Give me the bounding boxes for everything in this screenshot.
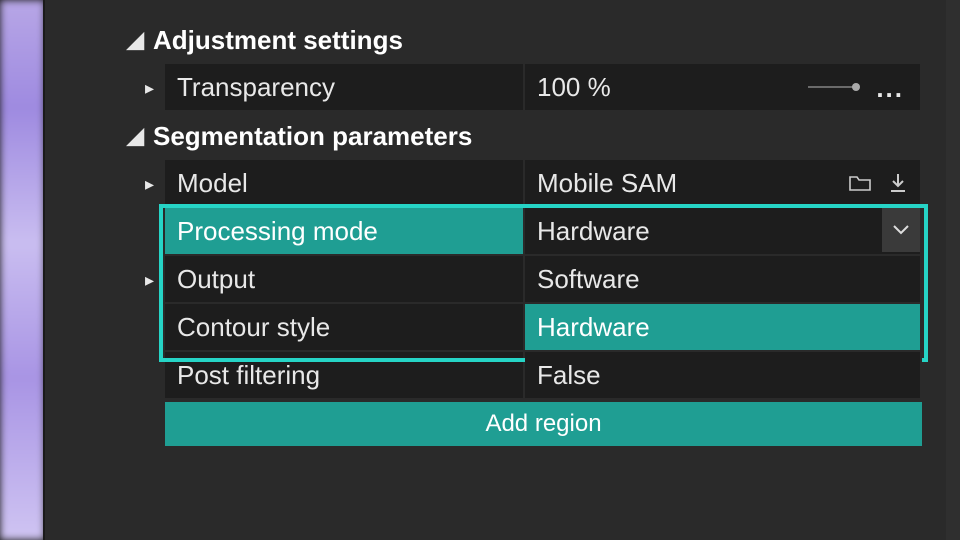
spacer <box>145 352 165 400</box>
processing-mode-text: Hardware <box>537 216 650 247</box>
value-transparency[interactable]: 100 % ... <box>525 64 922 112</box>
value-post-filtering[interactable]: False <box>525 352 922 400</box>
option-text: Hardware <box>537 312 650 343</box>
collapse-icon: ◢ <box>127 27 153 53</box>
post-filtering-text: False <box>537 360 601 391</box>
transparency-text: 100 % <box>537 72 611 103</box>
label-transparency: Transparency <box>165 64 525 112</box>
add-region-label: Add region <box>485 410 601 438</box>
label-processing-mode: Processing mode <box>165 208 525 256</box>
row-transparency: ▸ Transparency 100 % ... <box>145 64 922 112</box>
chevron-down-icon[interactable] <box>882 208 920 252</box>
expand-icon[interactable]: ▸ <box>145 64 165 112</box>
spacer <box>145 304 165 352</box>
expand-icon[interactable]: ▸ <box>145 256 165 304</box>
folder-icon[interactable] <box>842 160 878 206</box>
label-output: Output <box>165 256 525 304</box>
download-icon[interactable] <box>880 160 916 206</box>
label-model: Model <box>165 160 525 208</box>
expand-icon[interactable]: ▸ <box>145 160 165 208</box>
collapse-icon: ◢ <box>127 123 153 149</box>
section-segmentation-parameters[interactable]: ◢ Segmentation parameters <box>127 112 922 160</box>
section-adjustment-settings[interactable]: ◢ Adjustment settings <box>127 16 922 64</box>
properties-panel: ◢ Adjustment settings ▸ Transparency 100… <box>45 0 960 540</box>
section-title: Adjustment settings <box>153 25 403 56</box>
label-post-filtering: Post filtering <box>165 352 525 400</box>
scrollbar[interactable] <box>946 0 960 540</box>
row-processing-mode[interactable]: Processing mode Hardware <box>145 208 922 256</box>
row-contour-style: Contour style Hardware <box>145 304 922 352</box>
option-text: Software <box>537 264 640 295</box>
transparency-slider-track[interactable] <box>808 86 858 88</box>
row-post-filtering: Post filtering False <box>145 352 922 400</box>
section-title: Segmentation parameters <box>153 121 472 152</box>
spacer <box>145 208 165 256</box>
dropdown-option-software[interactable]: Software <box>525 256 922 304</box>
row-output: ▸ Output Software <box>145 256 922 304</box>
dropdown-option-hardware[interactable]: Hardware <box>525 304 922 352</box>
transparency-slider-thumb[interactable] <box>852 83 860 91</box>
label-contour-style: Contour style <box>165 304 525 352</box>
value-model[interactable]: Mobile SAM <box>525 160 922 208</box>
background-blur <box>0 0 45 540</box>
more-icon[interactable]: ... <box>876 73 904 104</box>
add-region-button[interactable]: Add region <box>165 402 922 446</box>
value-processing-mode[interactable]: Hardware <box>525 208 922 256</box>
row-model: ▸ Model Mobile SAM <box>145 160 922 208</box>
model-text: Mobile SAM <box>537 168 677 199</box>
